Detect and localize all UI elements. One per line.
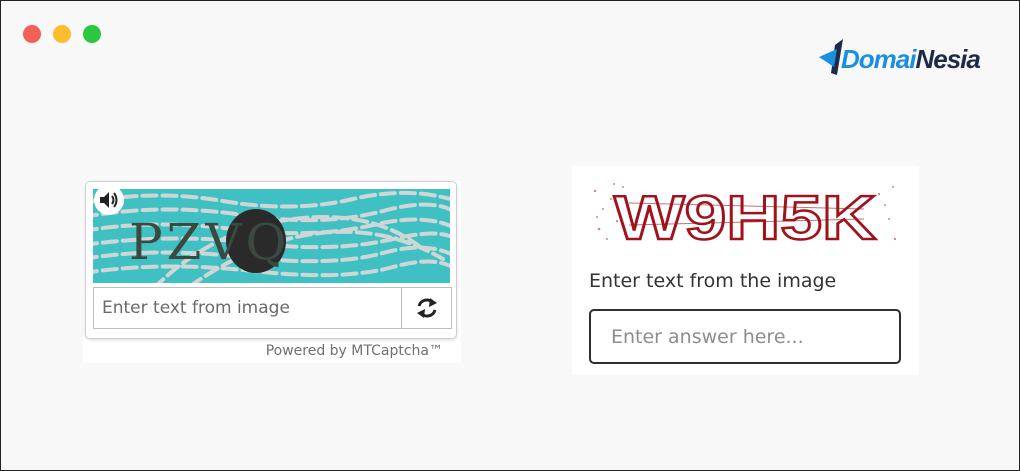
window-controls (23, 25, 101, 43)
mtcaptcha-widget: PZVQ Powered by MTCaptcha™ (83, 181, 461, 363)
mtcaptcha-box: PZVQ (85, 181, 457, 339)
text-captcha-widget: W9H5K Enter text from the image (572, 166, 919, 375)
speaker-icon (100, 192, 118, 208)
mtcaptcha-image: PZVQ (93, 189, 450, 283)
brand-name-part1: Domai (841, 44, 916, 74)
text-captcha-image: W9H5K (593, 183, 897, 249)
powered-by-label: Powered by MTCaptcha™ (265, 343, 443, 359)
close-button[interactable] (23, 25, 41, 43)
maximize-button[interactable] (83, 25, 101, 43)
text-captcha-label: Enter text from the image (589, 270, 837, 292)
text-captcha-input[interactable] (589, 309, 901, 364)
refresh-button[interactable] (401, 287, 452, 329)
brand-name: DomaiNesia (841, 44, 981, 74)
brand-name-part2: Nesia (915, 44, 980, 74)
app-window: DomaiNesia PZVQ Enter text from image Po… (0, 0, 1020, 471)
mtcaptcha-input[interactable] (93, 287, 401, 329)
mtcaptcha-text: PZVQ (129, 213, 290, 271)
minimize-button[interactable] (53, 25, 71, 43)
audio-button[interactable] (94, 185, 124, 215)
domainesia-logo: DomaiNesia (817, 37, 981, 77)
text-captcha-text: W9H5K (614, 184, 876, 249)
refresh-icon (416, 298, 437, 318)
